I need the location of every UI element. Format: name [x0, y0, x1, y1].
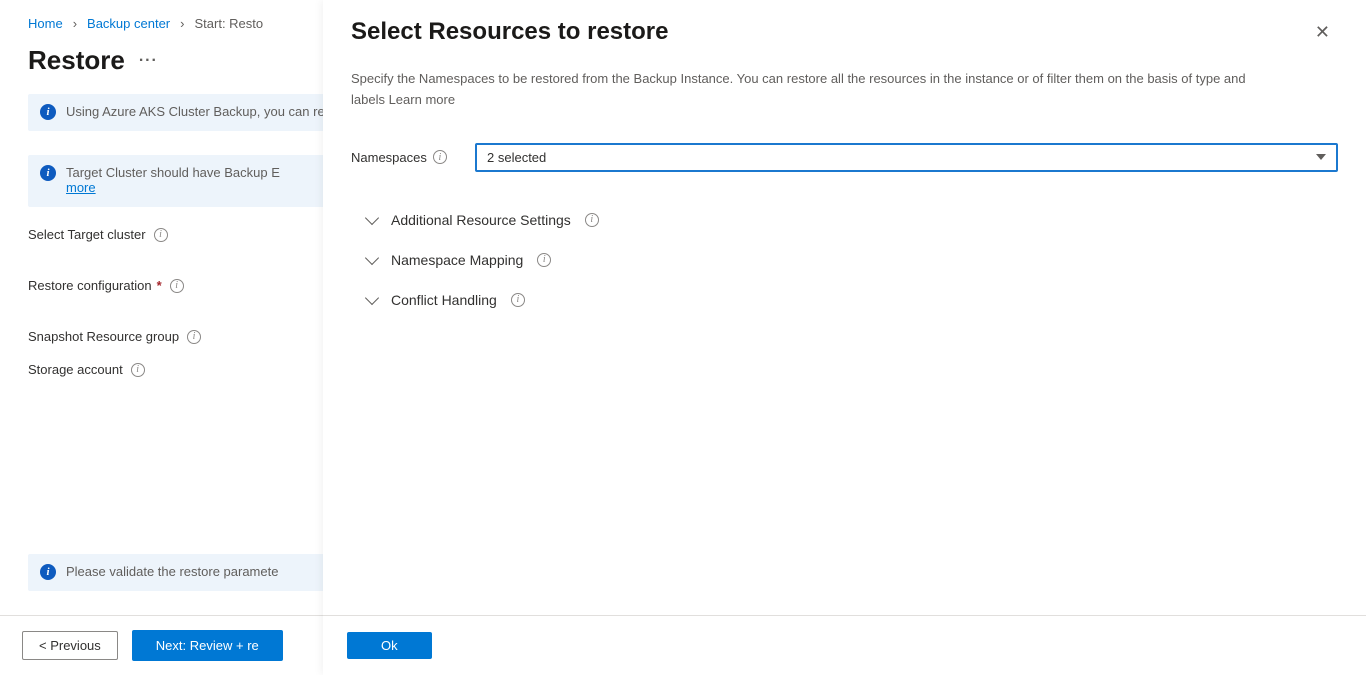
namespaces-select[interactable]: 2 selected — [475, 143, 1338, 172]
namespaces-select-value: 2 selected — [487, 150, 546, 165]
flyout-footer: Ok — [323, 615, 1366, 675]
required-star-icon: * — [157, 278, 162, 293]
chevron-down-icon — [365, 211, 379, 225]
chevron-down-icon — [1316, 154, 1326, 160]
chevron-right-icon: › — [180, 16, 184, 31]
accordion-item-label: Namespace Mapping — [391, 252, 523, 268]
accordion-namespace-mapping[interactable]: Namespace Mapping i — [367, 240, 1338, 280]
ok-button[interactable]: Ok — [347, 632, 432, 659]
info-icon[interactable]: i — [585, 213, 599, 227]
chevron-right-icon: › — [73, 16, 77, 31]
learn-more-link[interactable]: more — [66, 180, 96, 195]
breadcrumb-current: Start: Resto — [194, 16, 263, 31]
close-icon[interactable]: ✕ — [1307, 18, 1338, 47]
flyout-header: Select Resources to restore ✕ — [323, 0, 1366, 55]
accordion-item-label: Additional Resource Settings — [391, 212, 571, 228]
select-resources-flyout: Select Resources to restore ✕ Specify th… — [323, 0, 1366, 675]
namespaces-label: Namespaces i — [351, 150, 461, 165]
info-icon[interactable]: i — [187, 330, 201, 344]
info-callout-text: Please validate the restore paramete — [66, 564, 278, 579]
info-icon[interactable]: i — [154, 228, 168, 242]
accordion-additional-resource-settings[interactable]: Additional Resource Settings i — [367, 200, 1338, 240]
flyout-description: Specify the Namespaces to be restored fr… — [323, 55, 1303, 115]
flyout-title: Select Resources to restore — [351, 18, 668, 46]
more-icon[interactable]: ··· — [139, 52, 158, 70]
accordion-item-label: Conflict Handling — [391, 292, 497, 308]
chevron-down-icon — [365, 251, 379, 265]
info-icon: i — [40, 165, 56, 181]
accordion-conflict-handling[interactable]: Conflict Handling i — [367, 280, 1338, 320]
namespaces-row: Namespaces i 2 selected — [351, 143, 1338, 172]
next-review-button[interactable]: Next: Review + re — [132, 630, 283, 661]
info-icon[interactable]: i — [511, 293, 525, 307]
flyout-body: Namespaces i 2 selected Additional Resou… — [323, 115, 1366, 320]
previous-button[interactable]: < Previous — [22, 631, 118, 660]
breadcrumb-backup-center[interactable]: Backup center — [87, 16, 170, 31]
info-icon[interactable]: i — [170, 279, 184, 293]
info-callout-text: Target Cluster should have Backup E — [66, 165, 280, 180]
info-icon[interactable]: i — [131, 363, 145, 377]
info-icon: i — [40, 104, 56, 120]
info-icon[interactable]: i — [433, 150, 447, 164]
info-icon[interactable]: i — [537, 253, 551, 267]
info-icon: i — [40, 564, 56, 580]
breadcrumb-home[interactable]: Home — [28, 16, 63, 31]
accordion: Additional Resource Settings i Namespace… — [367, 200, 1338, 320]
chevron-down-icon — [365, 291, 379, 305]
